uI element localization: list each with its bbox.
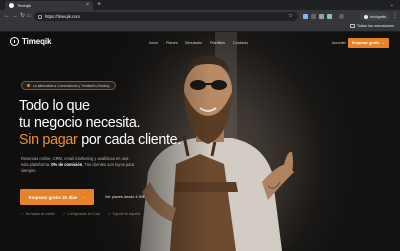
extension-icon[interactable]	[311, 14, 316, 19]
arrow-right-icon: →	[80, 194, 86, 200]
home-icon[interactable]: ⌂	[27, 12, 31, 21]
subtitle-line-3: siempre.	[21, 168, 37, 173]
subtitle-line-2: sola plataforma. 0% de comisión. Tus cli…	[21, 162, 134, 168]
login-link[interactable]: Acceder	[332, 41, 346, 45]
tab-search-icon[interactable]: ⌄	[390, 2, 394, 8]
subtitle-bold: 0% de comisión	[51, 162, 83, 167]
nav-link-simulador[interactable]: Simulador	[185, 41, 202, 45]
reload-icon[interactable]: ↻	[20, 12, 25, 21]
plus-icon[interactable]: +	[97, 1, 101, 9]
url-text: https://timeqik.com	[45, 14, 80, 19]
back-icon[interactable]: ←	[4, 12, 10, 21]
start-free-label: Empezar gratis 30 días	[28, 194, 78, 200]
subtitle-suffix: . Tus clientes son tuyos para	[82, 162, 135, 167]
web-page: Timeqik Inicio Planes Simulador Plantill…	[0, 32, 400, 251]
check-icon: ✓	[62, 212, 66, 216]
dot-icon	[27, 84, 30, 87]
check-icon: ✓	[21, 212, 25, 216]
close-icon[interactable]: ×	[86, 3, 89, 8]
lock-icon	[38, 14, 42, 19]
bookmarks-bar: Todos los marcadores	[0, 23, 400, 32]
browser-tab[interactable]: Timeqik ×	[5, 1, 93, 10]
headline-line-3: Sin pagar por cada cliente.	[19, 132, 181, 148]
star-icon[interactable]: ☆	[288, 13, 293, 19]
feature-item: ✓ Soporte en español	[108, 212, 140, 216]
site-logo[interactable]: Timeqik	[10, 37, 51, 46]
all-bookmarks[interactable]: Todos los marcadores	[349, 24, 394, 28]
incognito-label: Incógnito	[370, 14, 387, 19]
extension-icon[interactable]	[303, 14, 308, 19]
notice-badge: La alternativa a Commissions y Treatwell…	[21, 81, 116, 90]
incognito-icon	[364, 14, 368, 19]
headline-line-2: tu negocio necesita.	[19, 115, 141, 131]
all-bookmarks-label: Todos los marcadores	[356, 24, 394, 28]
profile-icon[interactable]	[339, 14, 344, 19]
subtitle-line-1: Reservas online, CRM, email marketing y …	[21, 156, 129, 161]
clock-icon	[10, 37, 19, 46]
nav-link-planes[interactable]: Planes	[166, 41, 178, 45]
site-header: Timeqik Inicio Planes Simulador Plantill…	[0, 32, 400, 54]
pricing-link[interactable]: Ver planes desde 4.90€	[105, 195, 145, 199]
address-bar[interactable]: https://timeqik.com	[34, 12, 298, 21]
brand-name: Timeqik	[22, 37, 52, 46]
subtitle-prefix: sola plataforma.	[21, 162, 52, 167]
feature-item: ✓ Configuración en 5 min	[63, 212, 100, 216]
start-free-button[interactable]: Empezar gratis 30 días →	[20, 189, 94, 205]
feature-text: Configuración en 5 min	[67, 212, 101, 216]
feature-list: ✓ Sin tarjeta de crédito ✓ Configuración…	[21, 212, 148, 216]
feature-item: ✓ Sin tarjeta de crédito	[21, 212, 55, 216]
favicon-icon	[9, 3, 14, 8]
check-icon: ✓	[108, 212, 112, 216]
arrow-right-icon: →	[381, 41, 386, 45]
feature-text: Sin tarjeta de crédito	[25, 212, 55, 216]
headline-rest: por cada cliente.	[77, 132, 181, 148]
feature-text: Soporte en español	[112, 212, 141, 216]
extension-icon[interactable]	[327, 14, 332, 19]
extension-icon[interactable]	[319, 14, 324, 19]
nav-link-inicio[interactable]: Inicio	[149, 41, 158, 45]
menu-icon[interactable]: ⋮	[392, 12, 398, 19]
tab-title: Timeqik	[17, 3, 31, 8]
notice-text: La alternativa a Commissions y Treatwell…	[33, 83, 110, 88]
nav-link-contacto[interactable]: Contacto	[233, 41, 248, 45]
incognito-chip[interactable]: Incógnito	[360, 12, 391, 21]
header-cta-label: Empezar gratis	[351, 41, 380, 45]
forward-icon[interactable]: →	[12, 12, 18, 21]
header-cta-button[interactable]: Empezar gratis →	[348, 38, 389, 48]
nav-link-plantillas[interactable]: Plantillas	[210, 41, 225, 45]
folder-icon	[349, 24, 355, 28]
headline-accent: Sin pagar	[19, 132, 78, 148]
browser-toolbar: ← → ↻ ⌂ https://timeqik.com ☆ Incógnito …	[0, 10, 400, 23]
tab-strip: Timeqik × + ⌄	[0, 0, 400, 10]
headline-line-1: Todo lo que	[19, 98, 90, 114]
